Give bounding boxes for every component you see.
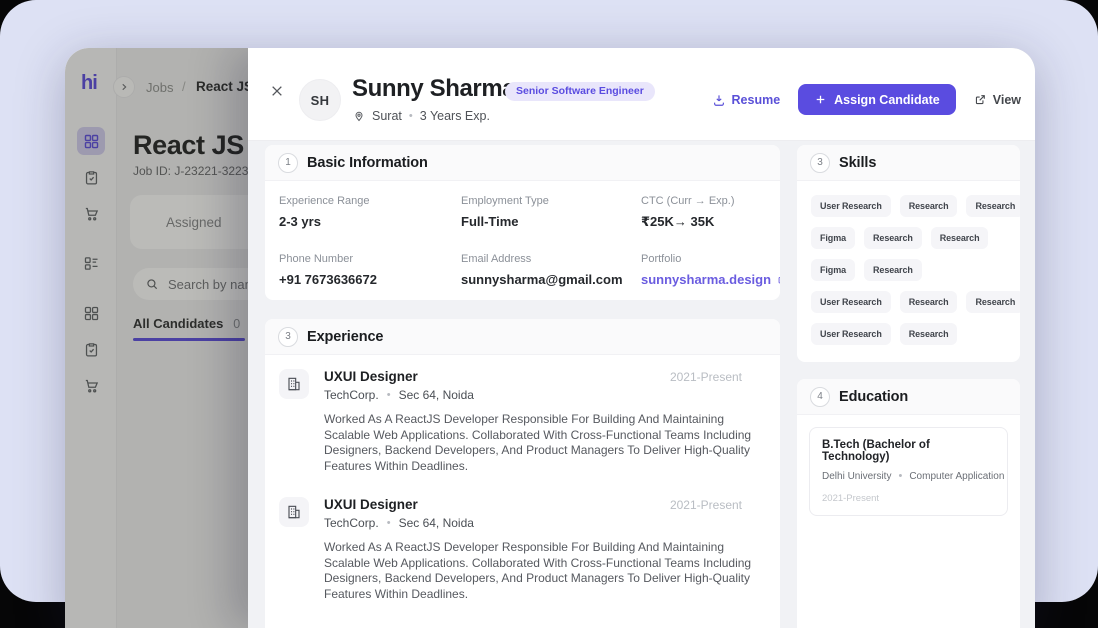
skill-chip: Research xyxy=(900,291,958,313)
skill-chip: Figma xyxy=(811,227,855,249)
skill-chip: Research xyxy=(966,195,1020,217)
dot-separator: • xyxy=(409,110,413,122)
section-number: 3 xyxy=(810,153,830,173)
field-experience-range: Experience Range 2-3 yrs xyxy=(279,195,461,230)
skill-chip: Research xyxy=(900,195,958,217)
dot-separator: • xyxy=(387,389,391,401)
candidate-meta: Surat • 3 Years Exp. xyxy=(353,109,490,123)
view-button[interactable]: View xyxy=(974,93,1021,107)
field-portfolio: Portfolio sunnysharma.design xyxy=(641,253,780,287)
skill-chip: Research xyxy=(864,227,922,249)
experience-entry: UXUI Designer 2021-Present TechCorp. • S… xyxy=(279,369,766,474)
education-detail-row: Delhi University • Computer Application xyxy=(822,470,995,482)
skills-chips: User Research Research Research Figma Re… xyxy=(797,181,1020,345)
education-header: 4 Education xyxy=(797,379,1020,415)
education-university: Delhi University xyxy=(822,471,891,482)
field-email-address: Email Address sunnysharma@gmail.com xyxy=(461,253,641,287)
skill-chip: User Research xyxy=(811,195,891,217)
basic-information-grid: Experience Range 2-3 yrs Employment Type… xyxy=(265,181,780,300)
section-title: Education xyxy=(839,389,908,405)
education-course: Computer Application xyxy=(909,471,1004,482)
modal-right-column: 3 Skills User Research Research Research… xyxy=(797,145,1020,628)
modal-body: 1 Basic Information Experience Range 2-3… xyxy=(248,141,1035,628)
experience-title: UXUI Designer xyxy=(324,369,418,384)
dot-separator: • xyxy=(387,517,391,529)
experience-period: 2021-Present xyxy=(670,498,766,512)
experience-company-row: TechCorp. • Sec 64, Noida xyxy=(324,516,766,530)
plus-icon xyxy=(814,93,827,106)
candidate-experience: 3 Years Exp. xyxy=(420,109,490,123)
modal-left-column: 1 Basic Information Experience Range 2-3… xyxy=(265,145,780,628)
experience-company-row: TechCorp. • Sec 64, Noida xyxy=(324,388,766,402)
portfolio-link[interactable]: sunnysharma.design xyxy=(641,272,780,287)
experience-description: Worked As A ReactJS Developer Responsibl… xyxy=(324,540,766,602)
experience-company: TechCorp. xyxy=(324,516,379,530)
experience-location: Sec 64, Noida xyxy=(399,388,474,402)
skill-chip: Research xyxy=(931,227,989,249)
education-period: 2021-Present xyxy=(822,493,995,504)
external-link-icon xyxy=(777,274,780,285)
skill-chip: User Research xyxy=(811,323,891,345)
candidate-name: Sunny Sharma xyxy=(352,75,515,103)
experience-list: UXUI Designer 2021-Present TechCorp. • S… xyxy=(265,355,780,602)
role-badge: Senior Software Engineer xyxy=(505,82,655,101)
resume-label: Resume xyxy=(732,93,781,107)
section-title: Experience xyxy=(307,329,383,345)
section-title: Skills xyxy=(839,155,876,171)
company-building-icon xyxy=(279,497,309,527)
experience-entry: UXUI Designer 2021-Present TechCorp. • S… xyxy=(279,497,766,602)
header-actions: Resume Assign Candidate View xyxy=(712,84,1021,115)
field-employment-type: Employment Type Full-Time xyxy=(461,195,641,230)
experience-location: Sec 64, Noida xyxy=(399,516,474,530)
skill-chip: User Research xyxy=(811,291,891,313)
skill-chip: Research xyxy=(900,323,958,345)
basic-information-section: 1 Basic Information Experience Range 2-3… xyxy=(265,145,780,300)
skills-section: 3 Skills User Research Research Research… xyxy=(797,145,1020,362)
section-number: 4 xyxy=(810,387,830,407)
field-ctc: CTC (Curr → Exp.) ₹25K→ 35K xyxy=(641,195,780,230)
section-number: 3 xyxy=(278,327,298,347)
close-icon[interactable] xyxy=(267,81,287,101)
skills-header: 3 Skills xyxy=(797,145,1020,181)
section-title: Basic Information xyxy=(307,155,428,171)
experience-period: 2021-Present xyxy=(670,370,766,384)
external-link-icon xyxy=(974,93,987,106)
experience-description: Worked As A ReactJS Developer Responsibl… xyxy=(324,412,766,474)
experience-company: TechCorp. xyxy=(324,388,379,402)
education-section: 4 Education B.Tech (Bachelor of Technolo… xyxy=(797,379,1020,628)
resume-button[interactable]: Resume xyxy=(712,93,781,107)
location-pin-icon xyxy=(353,110,365,122)
view-label: View xyxy=(993,93,1021,107)
avatar: SH xyxy=(299,79,341,121)
candidate-modal: SH Sunny Sharma Senior Software Engineer… xyxy=(248,48,1035,628)
assign-candidate-button[interactable]: Assign Candidate xyxy=(798,84,956,115)
download-icon xyxy=(712,93,726,107)
dot-separator: • xyxy=(898,470,902,482)
skill-chip: Research xyxy=(864,259,922,281)
experience-section: 3 Experience UXUI Designer 2021-Prese xyxy=(265,319,780,628)
skill-chip: Figma xyxy=(811,259,855,281)
experience-header: 3 Experience xyxy=(265,319,780,355)
section-number: 1 xyxy=(278,153,298,173)
experience-title: UXUI Designer xyxy=(324,497,418,512)
education-degree: B.Tech (Bachelor of Technology) xyxy=(822,439,995,463)
modal-header: SH Sunny Sharma Senior Software Engineer… xyxy=(248,48,1035,141)
assign-label: Assign Candidate xyxy=(834,93,940,107)
app-window: hi xyxy=(65,48,1035,628)
field-phone-number: Phone Number +91 7673636672 xyxy=(279,253,461,287)
company-building-icon xyxy=(279,369,309,399)
basic-information-header: 1 Basic Information xyxy=(265,145,780,181)
candidate-location: Surat xyxy=(372,109,402,123)
skill-chip: Research xyxy=(966,291,1020,313)
education-card: B.Tech (Bachelor of Technology) Delhi Un… xyxy=(809,427,1008,516)
